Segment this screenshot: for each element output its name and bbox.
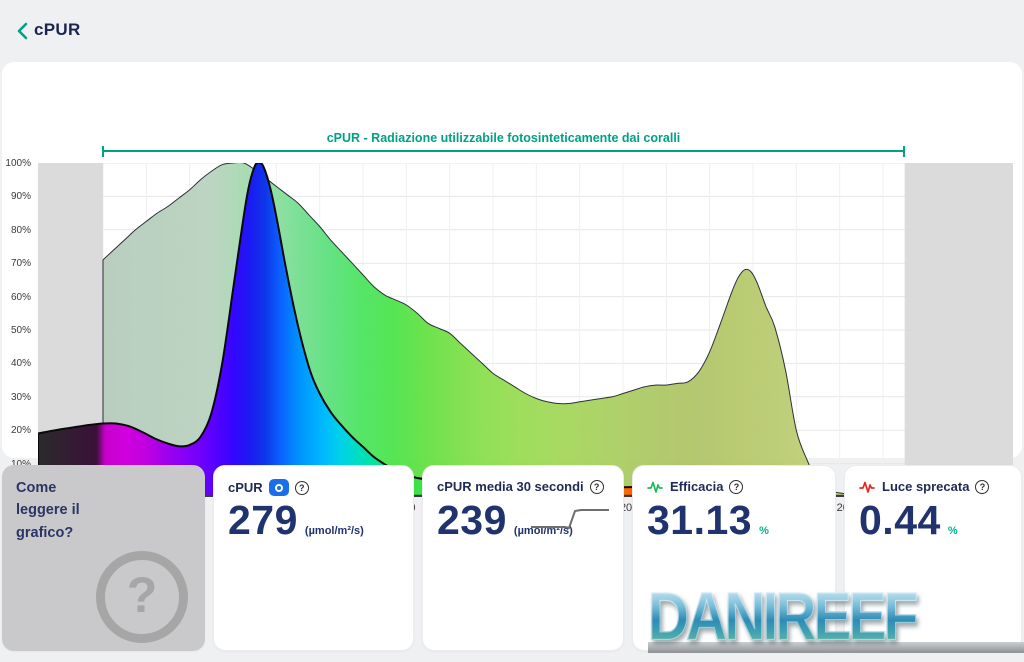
metric-card-luce-sprecata: Luce sprecata ? 0.44 % xyxy=(844,465,1022,651)
cpur-screen: cPUR cPUR - Radiazione utilizzabile foto… xyxy=(0,0,1024,662)
metric-card-cpur-media: cPUR media 30 secondi ? 239 (µmol/m²/s) xyxy=(422,465,624,651)
metric-value-cpur-media: 239 xyxy=(437,498,507,543)
instant-mode-badge-icon xyxy=(269,479,289,496)
metric-value-cpur: 279 xyxy=(228,498,298,543)
metric-unit: % xyxy=(759,525,769,537)
chart-range-bracket xyxy=(102,150,905,152)
metric-unit: % xyxy=(948,525,958,537)
question-mark-icon: ? xyxy=(96,551,188,643)
spectrum-plot xyxy=(38,163,1013,497)
pulse-icon-red xyxy=(859,480,875,494)
metric-label-efficacia: Efficacia xyxy=(670,479,723,494)
page-title: cPUR xyxy=(34,20,81,40)
metric-value-luce-sprecata: 0.44 xyxy=(859,498,941,543)
help-icon[interactable]: ? xyxy=(295,481,309,495)
y-axis-labels: 0%10%20%30%40%50%60%70%80%90%100% xyxy=(2,163,34,497)
average-step-sparkline xyxy=(531,508,611,532)
how-to-read-text: Come leggere il grafico? xyxy=(16,477,80,544)
help-icon[interactable]: ? xyxy=(975,480,989,494)
chart-title: cPUR - Radiazione utilizzabile fotosinte… xyxy=(102,131,905,145)
top-bar: cPUR xyxy=(0,0,1024,60)
metric-card-cpur: cPUR ? 279 (µmol/m²/s) xyxy=(213,465,414,651)
chart-panel: cPUR - Radiazione utilizzabile fotosinte… xyxy=(2,62,1022,458)
pulse-icon-green xyxy=(647,480,663,494)
metric-card-efficacia: Efficacia ? 31.13 % xyxy=(632,465,836,651)
metric-label-luce-sprecata: Luce sprecata xyxy=(882,479,969,494)
metric-label-cpur: cPUR xyxy=(228,480,263,495)
help-icon[interactable]: ? xyxy=(729,480,743,494)
metric-unit: (µmol/m²/s) xyxy=(305,525,364,537)
help-icon[interactable]: ? xyxy=(590,480,604,494)
back-button[interactable] xyxy=(10,19,36,45)
metric-label-cpur-media: cPUR media 30 secondi xyxy=(437,479,584,494)
how-to-read-card[interactable]: Come leggere il grafico? ? xyxy=(2,465,205,651)
chevron-left-icon xyxy=(14,21,32,41)
metric-value-efficacia: 31.13 xyxy=(647,498,752,543)
